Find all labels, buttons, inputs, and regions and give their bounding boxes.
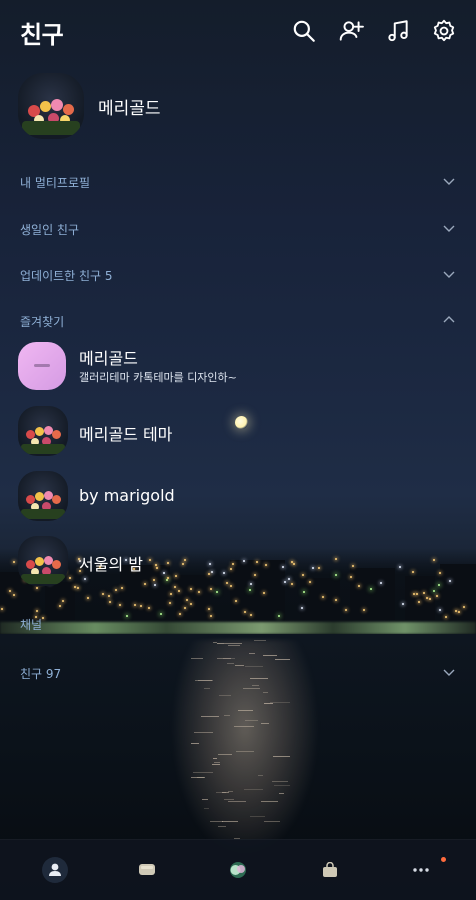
- search-icon[interactable]: [291, 18, 317, 44]
- friends-tab[interactable]: [25, 850, 85, 890]
- section-label: 즐겨찾기: [20, 315, 65, 329]
- section-label: 업데이트한 친구 5: [20, 269, 113, 283]
- chevron-down-icon: [443, 178, 455, 185]
- section-channel[interactable]: 채널: [20, 610, 456, 640]
- section-label: 생일인 친구: [20, 223, 80, 237]
- chevron-down-icon: [443, 225, 455, 232]
- avatar: [18, 406, 68, 456]
- settings-icon[interactable]: [431, 18, 457, 44]
- avatar: [18, 73, 84, 139]
- notification-badge: [441, 857, 446, 862]
- section-friends[interactable]: 친구 97: [20, 659, 456, 689]
- chevron-down-icon: [443, 669, 455, 676]
- section-multi-profile[interactable]: 내 멀티프로필: [20, 168, 456, 198]
- section-birthday[interactable]: 생일인 친구: [20, 215, 456, 245]
- my-profile[interactable]: 메리골드: [18, 73, 458, 139]
- section-label: 친구 97: [20, 667, 62, 681]
- shopping-tab[interactable]: [300, 850, 360, 890]
- friend-name: 서울의 밤: [79, 555, 143, 574]
- section-updated-friends[interactable]: 업데이트한 친구 5: [20, 261, 456, 291]
- chevron-down-icon: [443, 271, 455, 278]
- shopping-bag-icon: [323, 862, 337, 877]
- more-dots-icon: [413, 868, 429, 872]
- section-label: 내 멀티프로필: [20, 176, 91, 190]
- list-item[interactable]: 메리골드 갤러리테마 카톡테마를 디자인하~: [18, 342, 458, 396]
- chevron-up-icon: [443, 316, 455, 323]
- chats-tab[interactable]: [117, 850, 177, 890]
- list-item[interactable]: 서울의 밤: [18, 536, 458, 590]
- avatar: [18, 471, 68, 521]
- profile-name: 메리골드: [98, 99, 161, 119]
- section-favorites[interactable]: 즐겨찾기: [20, 307, 456, 337]
- person-icon: [42, 857, 68, 883]
- music-icon[interactable]: [385, 18, 411, 44]
- view-icon: [230, 862, 246, 878]
- list-item[interactable]: 메리골드 테마: [18, 406, 458, 460]
- header: 친구: [0, 0, 476, 64]
- avatar: [18, 342, 66, 390]
- friend-name: 메리골드: [79, 349, 138, 368]
- list-item[interactable]: by marigold: [18, 471, 458, 525]
- avatar: [18, 536, 68, 586]
- status-message: 갤러리테마 카톡테마를 디자인하~: [79, 371, 237, 384]
- section-label: 채널: [20, 618, 43, 632]
- page-title: 친구: [20, 21, 64, 49]
- view-tab[interactable]: [208, 850, 268, 890]
- friend-name: 메리골드 테마: [79, 425, 173, 444]
- more-tab[interactable]: [391, 850, 451, 890]
- add-friend-icon[interactable]: [338, 18, 364, 44]
- chat-icon: [139, 864, 155, 875]
- friend-name: by marigold: [79, 486, 175, 505]
- bottom-tab-bar: [0, 839, 476, 900]
